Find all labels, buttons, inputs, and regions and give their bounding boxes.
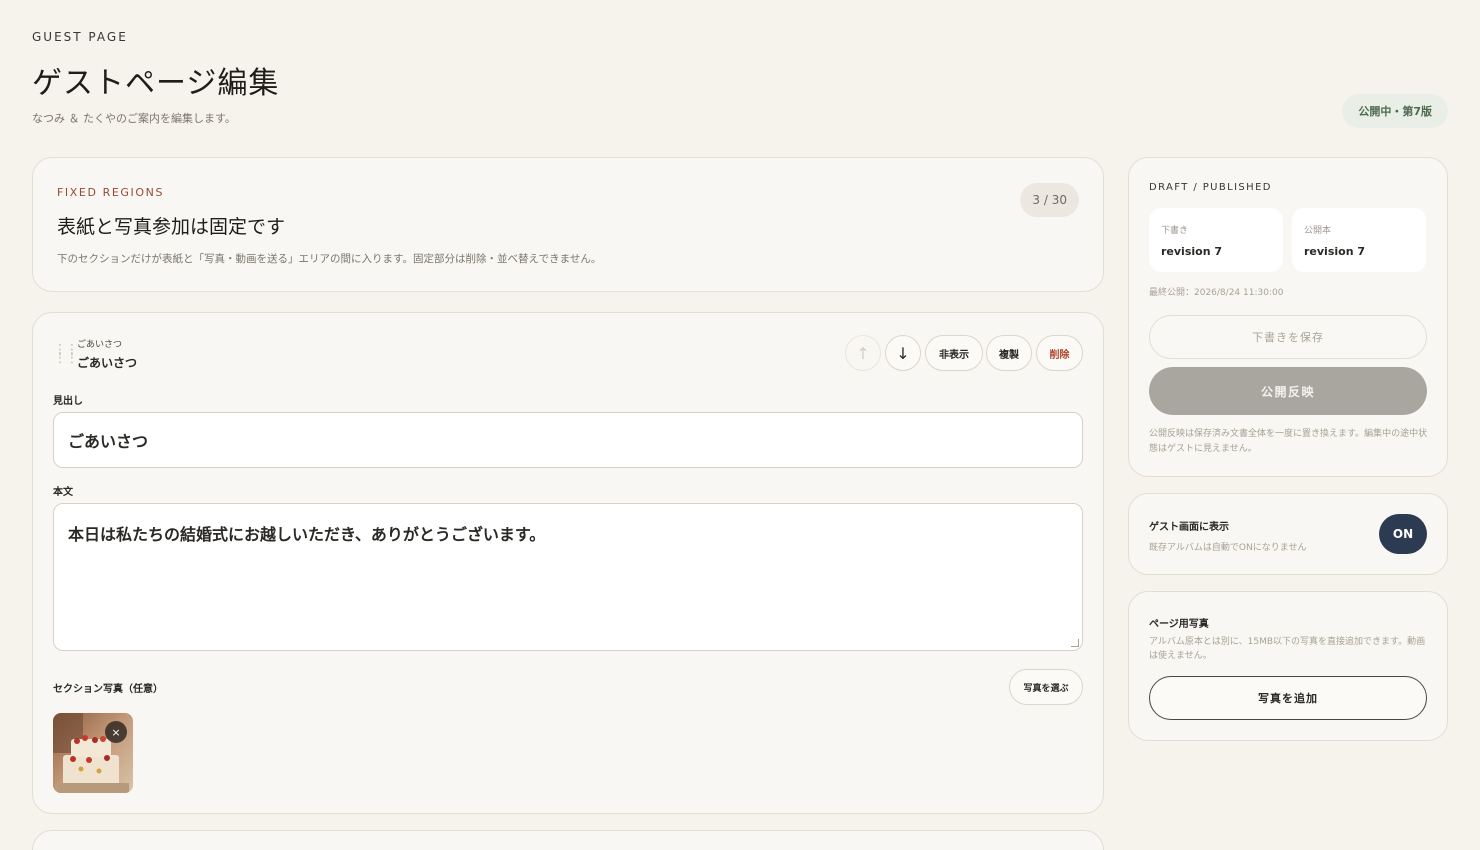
- publish-button[interactable]: 公開反映: [1149, 367, 1427, 415]
- draft-key: 下書き: [1161, 226, 1189, 236]
- section-counter: 3 / 30: [1020, 183, 1079, 217]
- arrow-down-icon: ↓: [896, 343, 910, 363]
- page-eyebrow: GUEST PAGE: [32, 30, 128, 44]
- draft-published-label: DRAFT / PUBLISHED: [1149, 182, 1272, 193]
- published-value: revision 7: [1304, 245, 1366, 258]
- hide-button[interactable]: 非表示: [925, 335, 983, 371]
- fixed-regions-card: FIXED REGIONS 表紙と写真参加は固定です 下のセクションだけが表紙と…: [32, 157, 1104, 292]
- page-photos-description: アルバム原本とは別に、15MB以下の写真を直接追加できます。動画は使えません。: [1149, 637, 1426, 661]
- guest-display-card: ゲスト画面に表示 既存アルバムは自動でONになりません ON: [1128, 493, 1448, 575]
- page-subtitle: なつみ ＆ たくやのご案内を編集します。: [32, 112, 236, 125]
- duplicate-button[interactable]: 複製: [986, 335, 1032, 371]
- next-section-card: [32, 830, 1104, 850]
- move-up-button[interactable]: ↑: [845, 335, 881, 371]
- status-badge: 公開中・第7版: [1342, 94, 1448, 128]
- body-textarea[interactable]: 本日は私たちの結婚式にお越しいただき、ありがとうございます。: [53, 503, 1083, 651]
- guest-display-title: ゲスト画面に表示: [1149, 522, 1229, 533]
- delete-button[interactable]: 削除: [1036, 335, 1083, 371]
- body-text: 本日は私たちの結婚式にお越しいただき、ありがとうございます。: [68, 525, 546, 544]
- publish-note: 公開反映は保存済み文書全体を一度に置き換えます。編集中の途中状態はゲストに見えま…: [1149, 429, 1428, 454]
- draft-revision-box: 下書き revision 7: [1149, 208, 1283, 272]
- save-draft-button[interactable]: 下書きを保存: [1149, 315, 1427, 359]
- section-type-label: ごあいさつ: [77, 340, 123, 350]
- section-photo-label: セクション写真（任意）: [53, 684, 163, 695]
- heading-input[interactable]: ごあいさつ: [53, 412, 1083, 468]
- page-title: ゲストページ編集: [32, 66, 280, 101]
- draft-value: revision 7: [1161, 245, 1223, 258]
- published-revision-box: 公開本 revision 7: [1292, 208, 1426, 272]
- guest-display-subtitle: 既存アルバムは自動でONになりません: [1149, 543, 1307, 553]
- fixed-regions-label: FIXED REGIONS: [57, 186, 165, 199]
- drag-handle-icon[interactable]: ⋮⋮ ⋮⋮: [53, 343, 79, 365]
- fixed-regions-title: 表紙と写真参加は固定です: [57, 216, 286, 238]
- published-key: 公開本: [1304, 226, 1332, 236]
- remove-photo-button[interactable]: ×: [105, 721, 127, 743]
- body-label: 本文: [53, 487, 73, 498]
- section-photo-thumbnail[interactable]: ×: [53, 713, 133, 793]
- section-name: ごあいさつ: [77, 356, 138, 370]
- pick-photo-button[interactable]: 写真を選ぶ: [1009, 669, 1083, 705]
- last-published-time: 最終公開：2026/8/24 11:30:00: [1149, 288, 1284, 298]
- add-photo-button[interactable]: 写真を追加: [1149, 676, 1427, 720]
- section-editor-card: ⋮⋮ ⋮⋮ ごあいさつ ごあいさつ ↑ ↓ 非表示 複製 削除 見出し ごあいさつ…: [32, 312, 1104, 814]
- heading-label: 見出し: [53, 396, 83, 407]
- move-down-button[interactable]: ↓: [885, 335, 921, 371]
- page-photos-card: ページ用写真 アルバム原本とは別に、15MB以下の写真を直接追加できます。動画は…: [1128, 591, 1448, 741]
- guest-display-toggle[interactable]: ON: [1379, 514, 1427, 554]
- draft-published-card: DRAFT / PUBLISHED 下書き revision 7 公開本 rev…: [1128, 157, 1448, 477]
- arrow-up-icon: ↑: [856, 343, 870, 363]
- resize-handle-icon[interactable]: [1071, 639, 1079, 647]
- fixed-regions-description: 下のセクションだけが表紙と「写真・動画を送る」エリアの間に入ります。固定部分は削…: [57, 253, 602, 265]
- page-photos-title: ページ用写真: [1149, 619, 1209, 630]
